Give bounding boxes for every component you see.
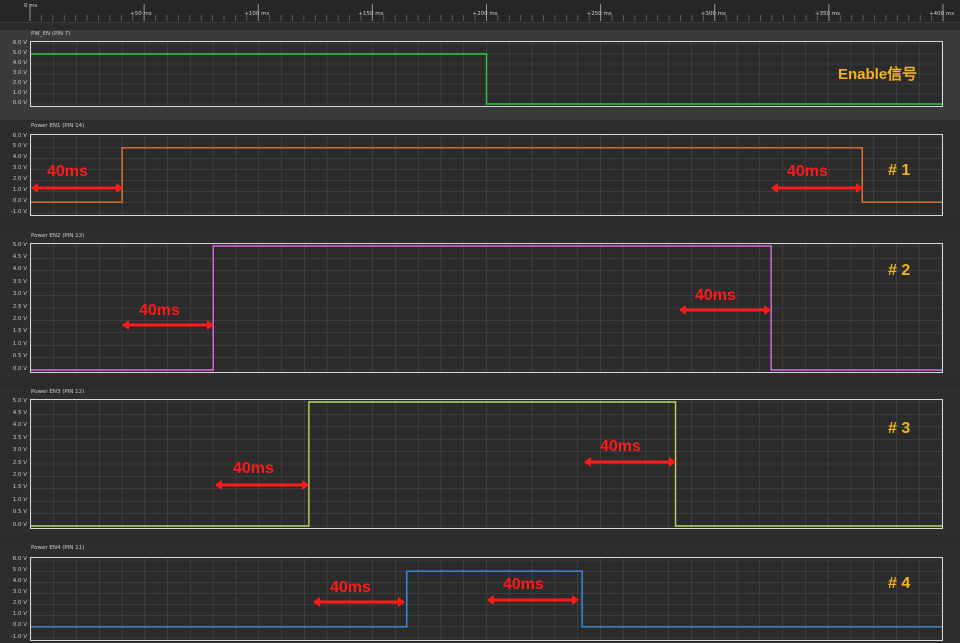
y-axis-label: 0.0 V	[12, 99, 27, 106]
y-axis-label: 4.0 V	[12, 422, 27, 429]
y-axis-label: 0.0 V	[12, 521, 27, 528]
y-axis-label: 3.5 V	[12, 278, 27, 285]
y-axis-label: 3.0 V	[12, 69, 27, 76]
channel-number-tag: # 2	[888, 262, 911, 279]
y-axis-label: 2.5 V	[12, 459, 27, 466]
ruler-tick-label: +50 ms	[130, 11, 152, 17]
delay-arrow	[679, 305, 771, 315]
delay-arrow	[122, 320, 214, 330]
ruler-tick-label: 0 ms	[24, 3, 38, 9]
y-axis-label: 2.0 V	[12, 315, 27, 322]
y-axis-label: 5.0 V	[12, 49, 27, 56]
time-ruler-ticks: 0 ms +50 ms +100 ms +150 ms +200 ms +250 ms +3…	[24, 3, 954, 21]
delay-label: 40ms	[139, 302, 180, 319]
y-axis-label: 3.0 V	[12, 165, 27, 172]
y-axis-label: 5.0 V	[12, 566, 27, 573]
y-axis-label: 1.0 V	[12, 496, 27, 503]
waveform-plot[interactable]	[30, 41, 943, 107]
y-axis-label: 1.0 V	[12, 611, 27, 618]
y-axis-label: -1.0 V	[10, 633, 27, 640]
ruler-tick-label: +300 ms	[701, 11, 726, 17]
y-axis-label: 4.0 V	[12, 154, 27, 161]
ruler-tick-label: +250 ms	[587, 11, 612, 17]
y-axis-label: 4.0 V	[12, 266, 27, 273]
channel-title: Power EN2 (PIN 13)	[31, 233, 85, 239]
channel-title: Power EN3 (PIN 12)	[31, 389, 85, 395]
waveform-plot[interactable]	[30, 399, 943, 529]
y-axis-label: 2.5 V	[12, 303, 27, 310]
y-axis-label: 6.0 V	[12, 39, 27, 46]
channel-number-tag: # 3	[888, 420, 911, 437]
enable-signal-tag: Enable信号	[838, 66, 918, 83]
delay-label: 40ms	[503, 576, 544, 593]
delay-label: 40ms	[233, 460, 274, 477]
delay-label: 40ms	[600, 438, 641, 455]
y-axis-label: 1.5 V	[12, 484, 27, 491]
y-axis-label: 2.0 V	[12, 600, 27, 607]
y-axis-label: 0.5 V	[12, 353, 27, 360]
y-axis-label: 4.5 V	[12, 409, 27, 416]
y-axis-label: 4.5 V	[12, 253, 27, 260]
delay-arrow	[584, 457, 676, 467]
channel-pw-en[interactable]: PW_EN (PIN 7) 6.0 V 5.0 V 4.0 V 3.0 V 2.0 V 1…	[0, 30, 960, 120]
y-axis-label: 5.0 V	[12, 397, 27, 404]
y-axis-label: 5.0 V	[12, 143, 27, 150]
y-axis-label: -1.0 V	[10, 208, 27, 215]
y-axis-label: 5.0 V	[12, 241, 27, 248]
channel-title: Power EN1 (PIN 14)	[31, 123, 85, 129]
channel-power-en2[interactable]: Power EN2 (PIN 13) 5.0 V 4.5 V 4.0 V 3.5 V 3…	[0, 232, 960, 378]
ruler-tick-label: +150 ms	[358, 11, 383, 17]
y-axis-label: 4.0 V	[12, 59, 27, 66]
y-axis-label: 3.0 V	[12, 447, 27, 454]
y-axis-label: 1.0 V	[12, 340, 27, 347]
channel-power-en3[interactable]: Power EN3 (PIN 12) 5.0 V 4.5 V 4.0 V 3.5 V 3…	[0, 388, 960, 534]
channel-number-tag: # 4	[888, 575, 911, 592]
y-axis-label: 6.0 V	[12, 132, 27, 139]
y-axis-label: 0.0 V	[12, 197, 27, 204]
y-axis-label: 3.5 V	[12, 434, 27, 441]
delay-arrow	[215, 480, 309, 490]
waveform-svg	[31, 42, 942, 106]
channel-power-en4[interactable]: Power EN4 (PIN 11) 6.0 V 5.0 V 4.0 V 3.0 V 2…	[0, 544, 960, 643]
ruler-tick-label: +350 ms	[815, 11, 840, 17]
y-axis-label: 1.0 V	[12, 89, 27, 96]
channel-number-tag: # 1	[888, 162, 911, 179]
delay-arrow	[31, 183, 123, 193]
y-axis-label: 0.5 V	[12, 509, 27, 516]
y-axis-label: 0.0 V	[12, 365, 27, 372]
y-axis-label: 4.0 V	[12, 577, 27, 584]
time-ruler[interactable]: 0 ms +50 ms +100 ms +150 ms +200 ms +250 ms +3…	[0, 0, 960, 23]
y-axis-label: 3.0 V	[12, 588, 27, 595]
channel-title: Power EN4 (PIN 11)	[31, 545, 85, 551]
y-axis-label: 2.0 V	[12, 175, 27, 182]
ruler-tick-label: +400 ms	[929, 11, 954, 17]
delay-arrow	[771, 183, 863, 193]
y-axis-label: 2.0 V	[12, 471, 27, 478]
channel-power-en1[interactable]: Power EN1 (PIN 14) 6.0 V 5.0 V 4.0 V 3.0 V 2…	[0, 122, 960, 218]
y-axis-label: 1.5 V	[12, 328, 27, 335]
y-axis-label: 2.0 V	[12, 79, 27, 86]
channel-title: PW_EN (PIN 7)	[31, 31, 71, 37]
delay-arrow	[487, 595, 579, 605]
y-axis-label: 1.0 V	[12, 186, 27, 193]
delay-arrow	[313, 597, 405, 607]
y-axis-label: 6.0 V	[12, 555, 27, 562]
ruler-tick-label: +100 ms	[244, 11, 269, 17]
delay-label: 40ms	[330, 579, 371, 596]
delay-label: 40ms	[47, 163, 88, 180]
ruler-tick-label: +200 ms	[473, 11, 498, 17]
waveform-svg	[31, 400, 942, 528]
y-axis-label: 3.0 V	[12, 291, 27, 298]
delay-label: 40ms	[787, 163, 828, 180]
y-axis-label: 0.0 V	[12, 622, 27, 629]
delay-label: 40ms	[695, 287, 736, 304]
